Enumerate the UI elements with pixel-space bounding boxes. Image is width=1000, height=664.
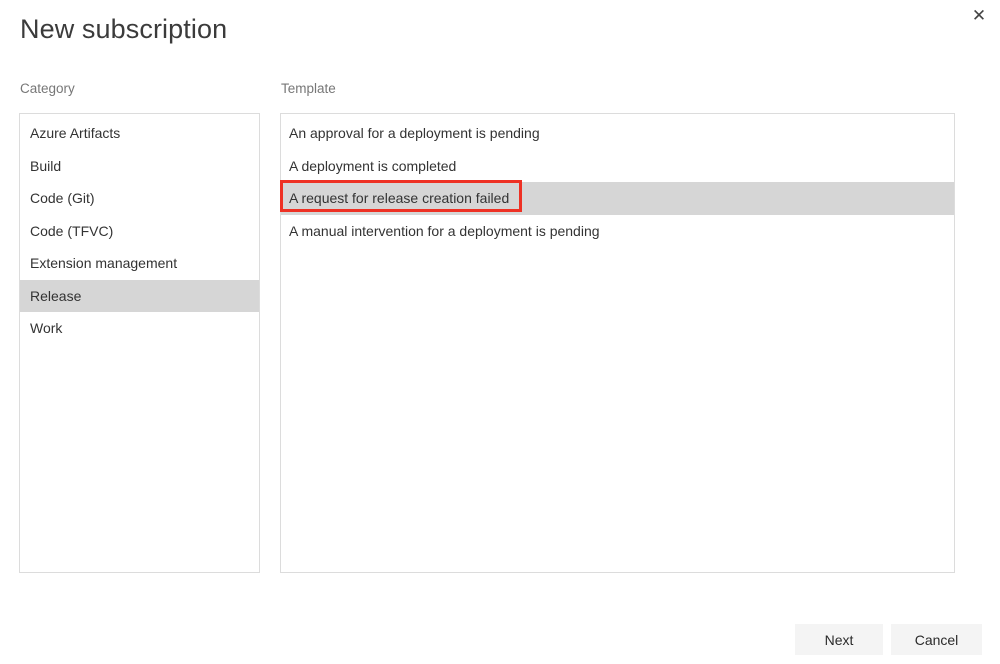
category-list-item[interactable]: Code (TFVC) (20, 215, 259, 248)
template-list-panel: An approval for a deployment is pending A… (280, 113, 955, 573)
close-icon: ✕ (972, 8, 986, 25)
category-list-panel: Azure Artifacts Build Code (Git) Code (TFVC… (19, 113, 260, 573)
category-list-item-label: Work (30, 320, 62, 336)
template-list-item-label: An approval for a deployment is pending (289, 125, 540, 141)
category-list-item[interactable]: Azure Artifacts (20, 117, 259, 150)
category-list-item-label: Extension management (30, 255, 177, 271)
next-button[interactable]: Next (795, 624, 883, 655)
category-list-item-label: Build (30, 158, 61, 174)
close-button[interactable]: ✕ (964, 2, 994, 30)
category-list-item-label: Release (30, 288, 81, 304)
category-list-item[interactable]: Code (Git) (20, 182, 259, 215)
page-title: New subscription (20, 14, 227, 45)
template-list-item[interactable]: A deployment is completed (281, 150, 954, 183)
template-column-label: Template (281, 81, 336, 96)
template-list: An approval for a deployment is pending A… (281, 114, 954, 247)
template-list-item[interactable]: A manual intervention for a deployment i… (281, 215, 954, 248)
category-list-item[interactable]: Build (20, 150, 259, 183)
cancel-button[interactable]: Cancel (891, 624, 982, 655)
template-list-item-label: A manual intervention for a deployment i… (289, 223, 600, 239)
category-list: Azure Artifacts Build Code (Git) Code (TFVC… (20, 114, 259, 345)
category-list-item[interactable]: Work (20, 312, 259, 345)
template-list-item-label: A deployment is completed (289, 158, 456, 174)
template-list-item[interactable]: An approval for a deployment is pending (281, 117, 954, 150)
template-list-item-label: A request for release creation failed (289, 190, 509, 206)
category-list-item[interactable]: Extension management (20, 247, 259, 280)
dialog-footer: Next Cancel (0, 624, 1000, 656)
category-list-item-label: Azure Artifacts (30, 125, 120, 141)
category-list-item[interactable]: Release (20, 280, 259, 313)
template-list-item[interactable]: A request for release creation failed (281, 182, 954, 215)
category-column-label: Category (20, 81, 75, 96)
category-list-item-label: Code (TFVC) (30, 223, 113, 239)
category-list-item-label: Code (Git) (30, 190, 95, 206)
